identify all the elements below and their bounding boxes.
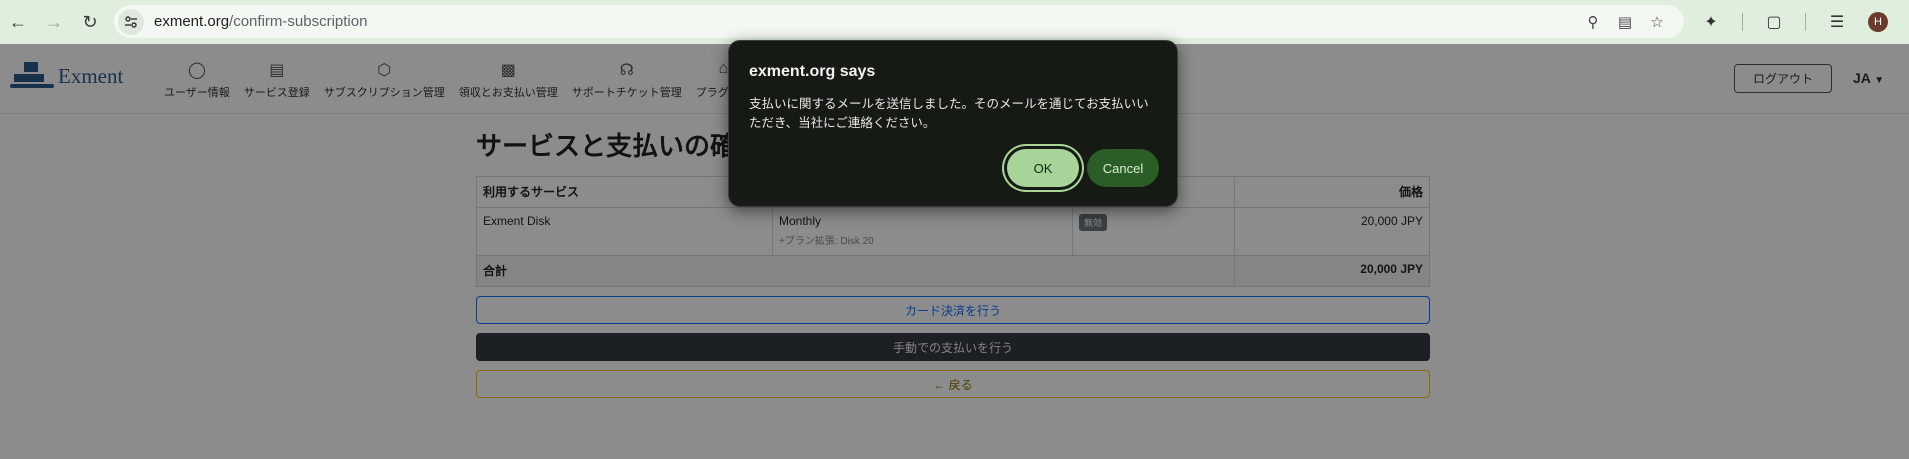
alert-dialog: exment.org says 支払いに関するメールを送信しました。そのメールを… (728, 40, 1178, 207)
zoom-icon[interactable]: ⚲ (1584, 13, 1602, 31)
url-text: exment.org/confirm-subscription (154, 13, 367, 30)
search-tab-icon[interactable]: ▢ (1763, 11, 1785, 33)
card-icon[interactable]: ▤ (1616, 13, 1634, 31)
url-host: exment.org (154, 13, 230, 30)
media-control-icon[interactable]: ☰ (1826, 11, 1848, 33)
bookmark-star-icon[interactable]: ☆ (1648, 13, 1666, 31)
forward-arrow-icon[interactable]: → (36, 4, 72, 40)
site-settings-icon[interactable] (118, 8, 144, 35)
dialog-title: exment.org says (749, 63, 876, 80)
url-path: /confirm-subscription (229, 13, 368, 30)
profile-avatar[interactable]: H (1868, 12, 1888, 32)
cancel-button[interactable]: Cancel (1087, 149, 1159, 187)
reload-icon[interactable]: ↻ (72, 4, 108, 40)
address-bar[interactable]: exment.org/confirm-subscription ⚲ ▤ ☆ (114, 5, 1684, 38)
toolbar-separator (1742, 13, 1743, 31)
back-arrow-icon[interactable]: ← (0, 4, 36, 40)
extensions-icon[interactable]: ✦ (1700, 11, 1722, 33)
browser-toolbar: ← → ↻ exment.org/confirm-subscription ⚲ … (0, 0, 1909, 44)
toolbar-separator (1805, 13, 1806, 31)
ok-button[interactable]: OK (1007, 149, 1079, 187)
dialog-message: 支払いに関するメールを送信しました。そのメールを通じてお支払いいただき、当社にご… (749, 97, 1149, 130)
